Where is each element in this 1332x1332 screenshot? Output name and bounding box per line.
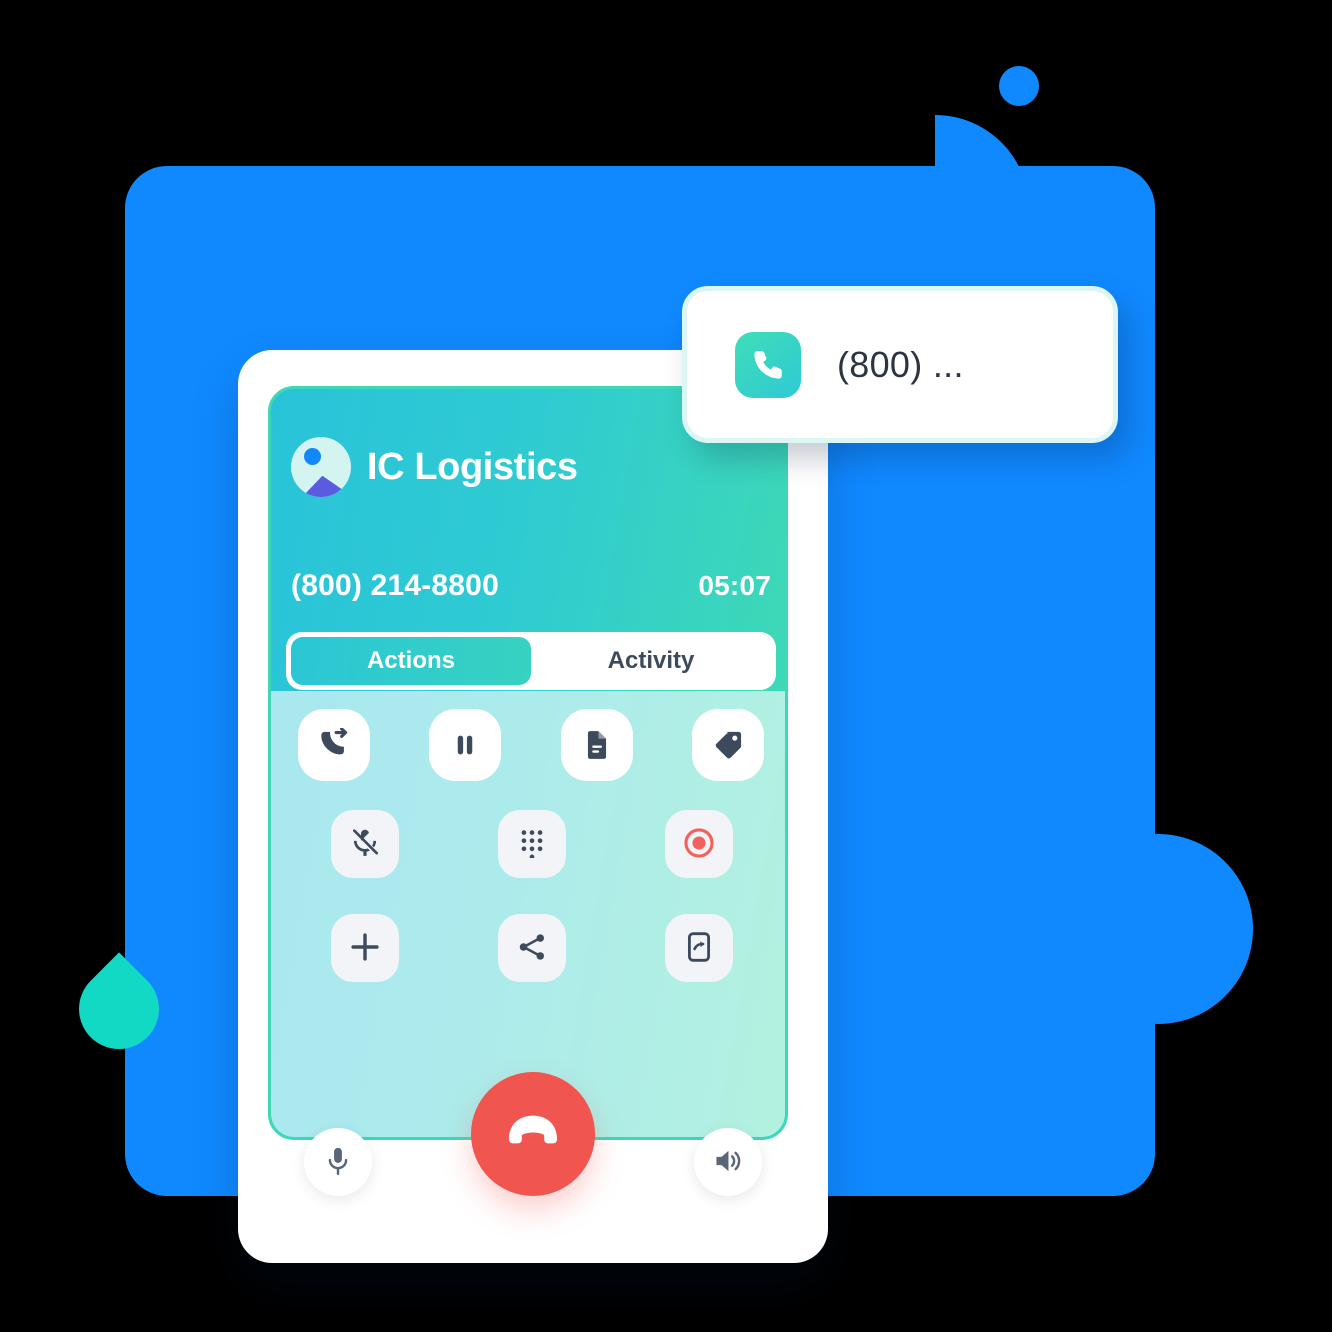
plus-icon (348, 930, 382, 967)
incoming-call-number: (800) ... (837, 343, 964, 385)
record-icon (682, 826, 716, 863)
tag-icon (712, 729, 744, 761)
avatar-mountain-icon (291, 475, 351, 497)
brand-row: IC Logistics (291, 437, 578, 497)
call-timer: 05:07 (698, 570, 771, 601)
call-panel: IC Logistics (800) 214-8800 05:07 Action… (268, 386, 788, 1140)
record-button[interactable] (664, 810, 733, 878)
speaker-icon (713, 1147, 743, 1178)
share-button[interactable] (497, 914, 566, 982)
notes-button[interactable] (560, 709, 633, 781)
add-call-button[interactable] (331, 914, 400, 982)
pause-icon (450, 730, 480, 760)
call-transfer-button[interactable] (298, 709, 370, 781)
control-grid (282, 810, 782, 982)
illustration-stage: IC Logistics (800) 214-8800 05:07 Action… (0, 0, 1332, 1332)
decorative-blue-circle (1063, 834, 1253, 1024)
hold-button[interactable] (429, 709, 502, 781)
notes-icon (581, 729, 613, 761)
image-placeholder-icon (291, 437, 351, 497)
tag-button[interactable] (691, 709, 764, 781)
speaker-button[interactable] (694, 1128, 762, 1196)
end-call-icon (502, 1102, 564, 1167)
microphone-icon (324, 1146, 352, 1179)
page-title: IC Logistics (367, 445, 578, 488)
dialpad-icon (518, 828, 546, 861)
call-info-row: (800) 214-8800 05:07 (291, 569, 771, 603)
bottom-bar (238, 1062, 828, 1232)
mic-off-icon (349, 827, 381, 862)
call-card: IC Logistics (800) 214-8800 05:07 Action… (238, 350, 828, 1263)
share-icon (516, 931, 548, 966)
avatar-sun-icon (304, 448, 321, 465)
mute-button[interactable] (331, 810, 400, 878)
end-call-button[interactable] (471, 1072, 595, 1196)
action-row (286, 709, 776, 781)
microphone-button[interactable] (304, 1128, 372, 1196)
dialpad-button[interactable] (497, 810, 566, 878)
phone-icon (735, 331, 801, 398)
tab-activity[interactable]: Activity (531, 637, 771, 685)
caller-number: (800) 214-8800 (291, 569, 499, 602)
transfer-to-device-icon (685, 931, 713, 966)
incoming-call-toast[interactable]: (800) ... (682, 286, 1118, 443)
tab-actions[interactable]: Actions (291, 637, 531, 685)
tab-strip: Actions Activity (286, 632, 776, 690)
decorative-dot (999, 66, 1039, 106)
move-call-button[interactable] (664, 914, 733, 982)
call-transfer-icon (317, 728, 351, 762)
